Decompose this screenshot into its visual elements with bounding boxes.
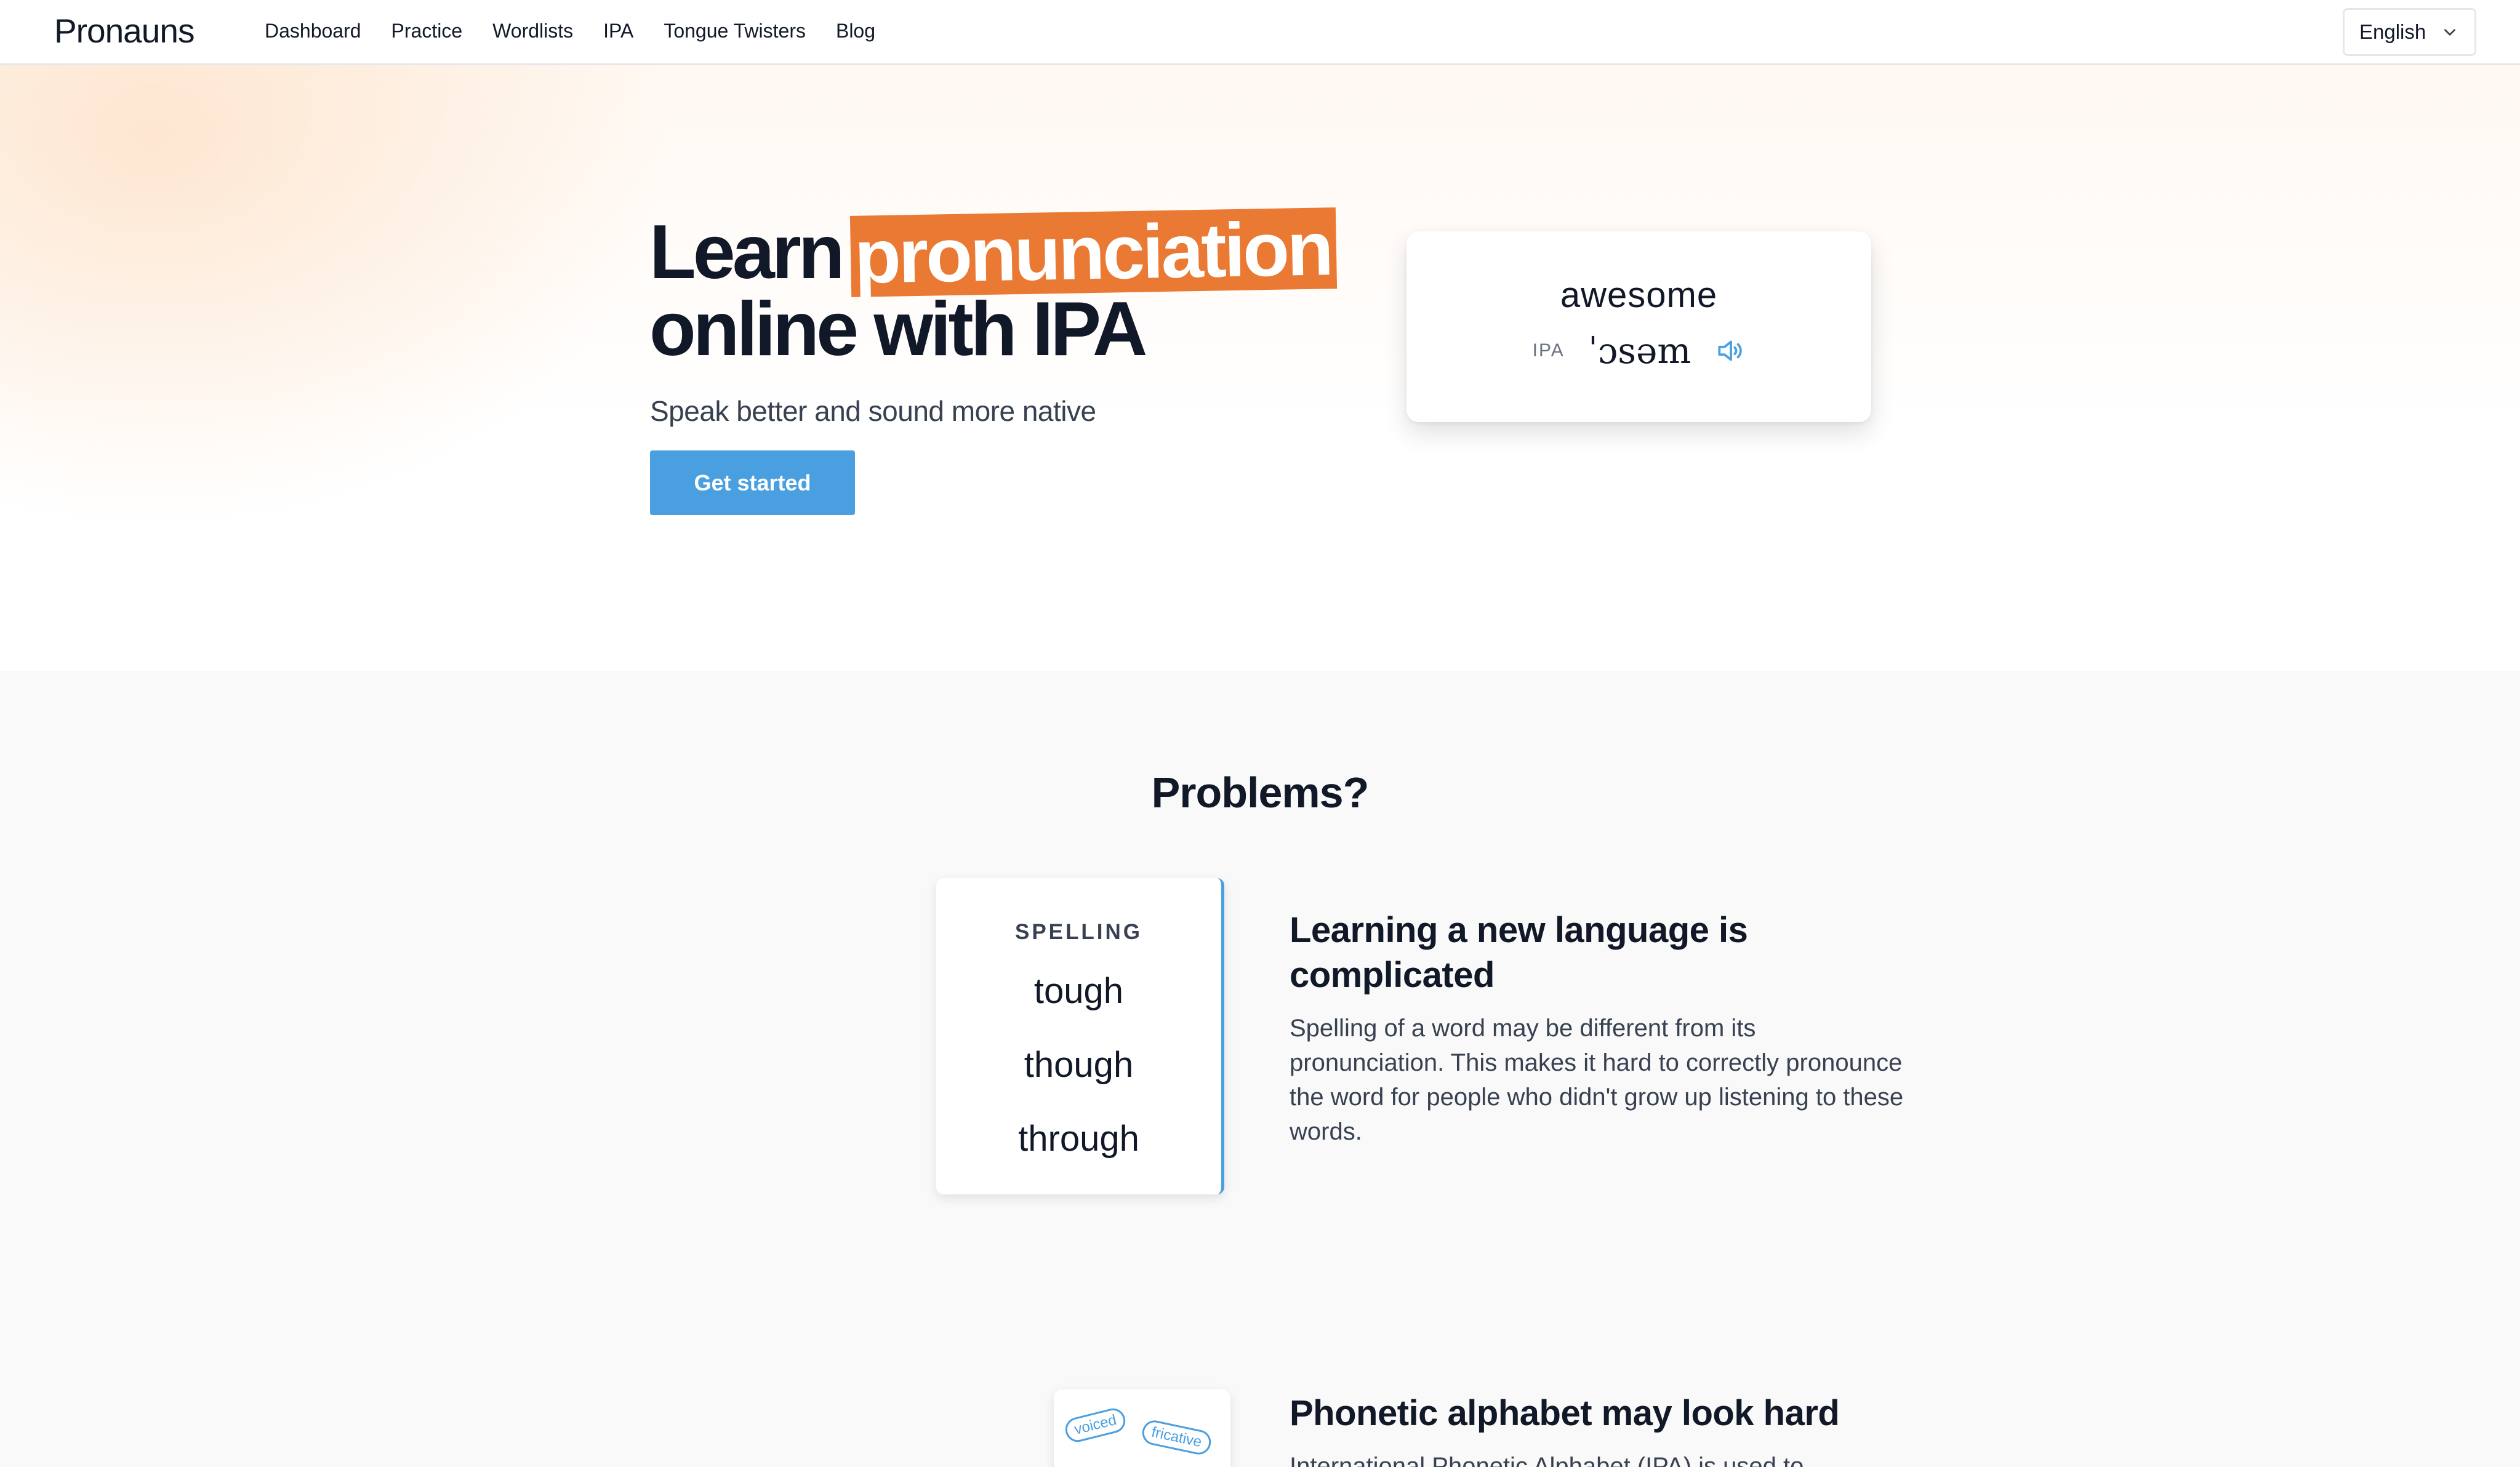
problems-section: Problems? SPELLING tough though through … bbox=[0, 671, 2520, 1467]
nav-blog[interactable]: Blog bbox=[836, 20, 875, 42]
get-started-button[interactable]: Get started bbox=[650, 450, 855, 515]
ipa-symbol-icon bbox=[1126, 1462, 1155, 1467]
tag-fricative: fricative bbox=[1140, 1418, 1213, 1457]
ipa-row: IPA ˈɔsəm bbox=[1406, 330, 1871, 372]
ipa-illustration-card: voiced fricative bbox=[1054, 1389, 1230, 1467]
hero-title: Learn pronunciation online with IPA bbox=[649, 206, 1337, 372]
hero-title-line1: Learn pronunciation bbox=[649, 206, 1337, 300]
language-select[interactable]: English bbox=[2343, 8, 2476, 56]
tag-voiced: voiced bbox=[1062, 1405, 1128, 1445]
feature-complicated-body: Spelling of a word may be different from… bbox=[1290, 1015, 1904, 1145]
feature-phonetic: Phonetic alphabet may look hard Internat… bbox=[1290, 1391, 1905, 1467]
hero-section: Learn pronunciation online with IPA Spea… bbox=[0, 65, 2520, 671]
nav-practice[interactable]: Practice bbox=[391, 20, 463, 42]
spelling-card: SPELLING tough though through bbox=[936, 878, 1224, 1194]
nav-dashboard[interactable]: Dashboard bbox=[265, 20, 361, 42]
hero-title-start: Learn bbox=[649, 210, 845, 295]
feature-phonetic-title: Phonetic alphabet may look hard bbox=[1290, 1393, 1840, 1433]
main-nav: Dashboard Practice Wordlists IPA Tongue … bbox=[265, 0, 875, 62]
hero-title-highlight: pronunciation bbox=[849, 206, 1337, 300]
feature-phonetic-body: International Phonetic Alphabet (IPA) is… bbox=[1290, 1453, 1804, 1467]
language-value: English bbox=[2359, 20, 2426, 43]
feature-complicated-title: Learning a new language is complicated bbox=[1290, 910, 1748, 995]
nav-ipa[interactable]: IPA bbox=[603, 20, 633, 42]
ipa-label: IPA bbox=[1532, 340, 1565, 361]
hero-title-line2: online with IPA bbox=[649, 287, 1147, 372]
spelling-label: SPELLING bbox=[1014, 920, 1143, 944]
speaker-icon[interactable] bbox=[1714, 335, 1745, 366]
hero-subtitle: Speak better and sound more native bbox=[650, 395, 1096, 427]
site-header: Pronauns Dashboard Practice Wordlists IP… bbox=[0, 0, 2520, 65]
spelling-word-through: through bbox=[1018, 1119, 1139, 1159]
problems-title: Problems? bbox=[1151, 769, 1370, 817]
spelling-word-tough: tough bbox=[1033, 971, 1124, 1011]
site-logo[interactable]: Pronauns bbox=[54, 11, 195, 50]
nav-tongue-twisters[interactable]: Tongue Twisters bbox=[664, 20, 806, 42]
nav-wordlists[interactable]: Wordlists bbox=[492, 20, 573, 42]
feature-complicated: Learning a new language is complicated S… bbox=[1290, 908, 1905, 1149]
spelling-word-though: though bbox=[1024, 1045, 1134, 1085]
chevron-down-icon bbox=[2444, 29, 2456, 36]
word-card-word: awesome bbox=[1560, 275, 1718, 315]
word-card: awesome IPA ˈɔsəm bbox=[1406, 231, 1871, 422]
ipa-transcription: ˈɔsəm bbox=[1587, 330, 1691, 372]
